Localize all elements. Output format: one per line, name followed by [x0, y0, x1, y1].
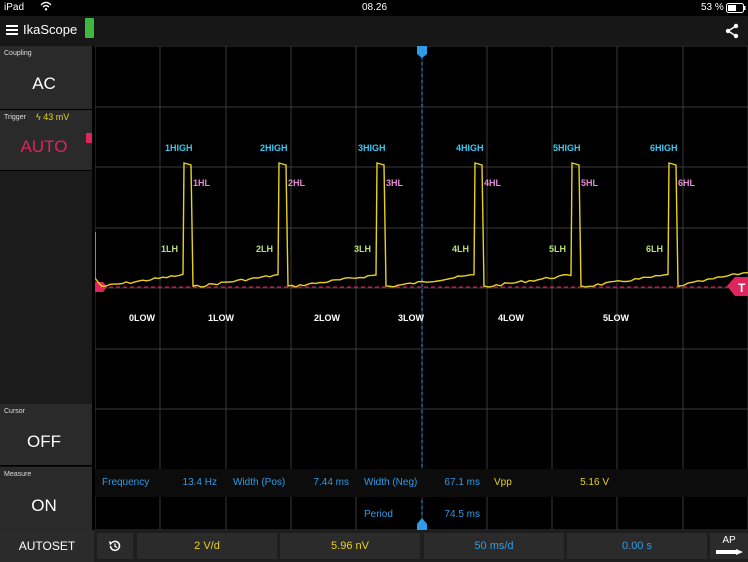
- width-neg-value: 67.1 ms: [444, 477, 480, 488]
- share-icon[interactable]: [724, 23, 740, 44]
- high-marker: 4HIGH: [456, 143, 484, 153]
- lh-marker: 2LH: [256, 244, 273, 254]
- trigger-level-value: 43 mV: [43, 112, 70, 122]
- app-bar: IkaScope: [0, 16, 748, 46]
- trigger-bolt-icon: ϟ: [36, 112, 41, 122]
- history-button[interactable]: [97, 533, 133, 559]
- period-value: 74.5 ms: [444, 509, 480, 520]
- wifi-icon: [40, 1, 52, 14]
- probe-icon: [716, 549, 743, 555]
- width-pos-value: 7.44 ms: [313, 477, 349, 488]
- trigger-level: ϟ 43 mV: [36, 112, 69, 122]
- measure-label: Measure: [4, 471, 32, 478]
- cursor-label: Cursor: [4, 408, 26, 415]
- coupling-value: AC: [32, 74, 56, 93]
- high-marker: 1HIGH: [165, 143, 193, 153]
- sidebar-empty-area: [0, 171, 92, 404]
- ap-button[interactable]: AP: [710, 533, 748, 559]
- menu-icon[interactable]: [6, 25, 18, 35]
- low-marker: 4LOW: [498, 313, 525, 323]
- history-icon: [109, 540, 121, 552]
- low-marker: 3LOW: [398, 313, 425, 323]
- time-cursor-top-handle: [417, 46, 427, 58]
- status-bar: iPad 08.26 53 %: [0, 0, 748, 16]
- lh-marker: 1LH: [161, 244, 178, 254]
- trigger-mode: AUTO: [20, 137, 68, 156]
- hl-marker: 3HL: [386, 178, 404, 188]
- vpp-value: 5.16 V: [580, 477, 609, 488]
- frequency-label: Frequency: [102, 477, 150, 488]
- clock: 08.26: [362, 2, 388, 13]
- hl-marker: 5HL: [581, 178, 599, 188]
- bottom-bar: AUTOSET 2 V/d 5.96 nV 50 ms/d 0.00 s AP: [0, 530, 748, 562]
- measure-value: ON: [31, 496, 57, 515]
- cursor-value: OFF: [27, 432, 61, 451]
- lh-marker: 4LH: [452, 244, 469, 254]
- ap-label: AP: [722, 535, 736, 546]
- cursor-panel[interactable]: Cursor OFF: [0, 404, 92, 466]
- width-pos-label: Width (Pos): [233, 477, 286, 488]
- lh-marker: 6LH: [646, 244, 663, 254]
- scope-screen[interactable]: 0LOW 1LOW 2LOW 3LOW 4LOW 5LOW 1LH 2LH 3LH 4LH 5LH 6…: [94, 45, 748, 531]
- battery-text: 53 %: [701, 2, 724, 13]
- waveform-display[interactable]: 0LOW 1LOW 2LOW 3LOW 4LOW 5LOW 1LH 2LH 3LH 4LH 5LH 6…: [94, 45, 748, 531]
- low-marker: 5LOW: [603, 313, 630, 323]
- high-marker: 5HIGH: [553, 143, 581, 153]
- time-cursor-bottom-handle: [417, 518, 427, 530]
- high-marker: 3HIGH: [358, 143, 386, 153]
- high-marker: 2HIGH: [260, 143, 288, 153]
- high-marker: 6HIGH: [650, 143, 678, 153]
- low-marker: 1LOW: [208, 313, 235, 323]
- measure-panel[interactable]: Measure ON: [0, 467, 92, 531]
- battery-icon: [726, 3, 746, 16]
- hl-marker: 1HL: [193, 178, 211, 188]
- width-neg-label: Width (Neg): [364, 477, 418, 488]
- lh-marker: 3LH: [354, 244, 371, 254]
- hl-marker: 4HL: [484, 178, 502, 188]
- device-name: iPad: [4, 2, 25, 13]
- probe-battery-indicator: [85, 18, 94, 38]
- autoset-button[interactable]: AUTOSET: [0, 530, 94, 562]
- app-title: IkaScope: [23, 22, 78, 37]
- pulse-markers: 0LOW 1LOW 2LOW 3LOW 4LOW 5LOW 1LH 2LH 3LH 4LH 5LH 6…: [129, 143, 696, 323]
- frequency-value: 13.4 Hz: [182, 477, 217, 488]
- trigger-marker-label: T: [738, 281, 746, 295]
- trigger-label: Trigger: [4, 114, 26, 121]
- volts-per-div[interactable]: 2 V/d: [137, 533, 277, 559]
- coupling-panel[interactable]: Coupling AC: [0, 46, 92, 110]
- lh-marker: 5LH: [549, 244, 566, 254]
- channel-offset-marker: [95, 282, 107, 292]
- time-per-div[interactable]: 50 ms/d: [424, 533, 564, 559]
- period-label: Period: [364, 509, 393, 520]
- sidebar: Coupling AC Trigger ϟ 43 mV AUTO Cursor …: [0, 46, 94, 531]
- hl-marker: 2HL: [288, 178, 306, 188]
- hl-marker: 6HL: [678, 178, 696, 188]
- time-offset[interactable]: 0.00 s: [567, 533, 707, 559]
- vpp-label: Vpp: [494, 477, 512, 488]
- trigger-panel[interactable]: Trigger ϟ 43 mV AUTO: [0, 110, 92, 171]
- vertical-offset[interactable]: 5.96 nV: [280, 533, 420, 559]
- low-marker: 0LOW: [129, 313, 156, 323]
- coupling-label: Coupling: [4, 50, 32, 57]
- low-marker: 2LOW: [314, 313, 341, 323]
